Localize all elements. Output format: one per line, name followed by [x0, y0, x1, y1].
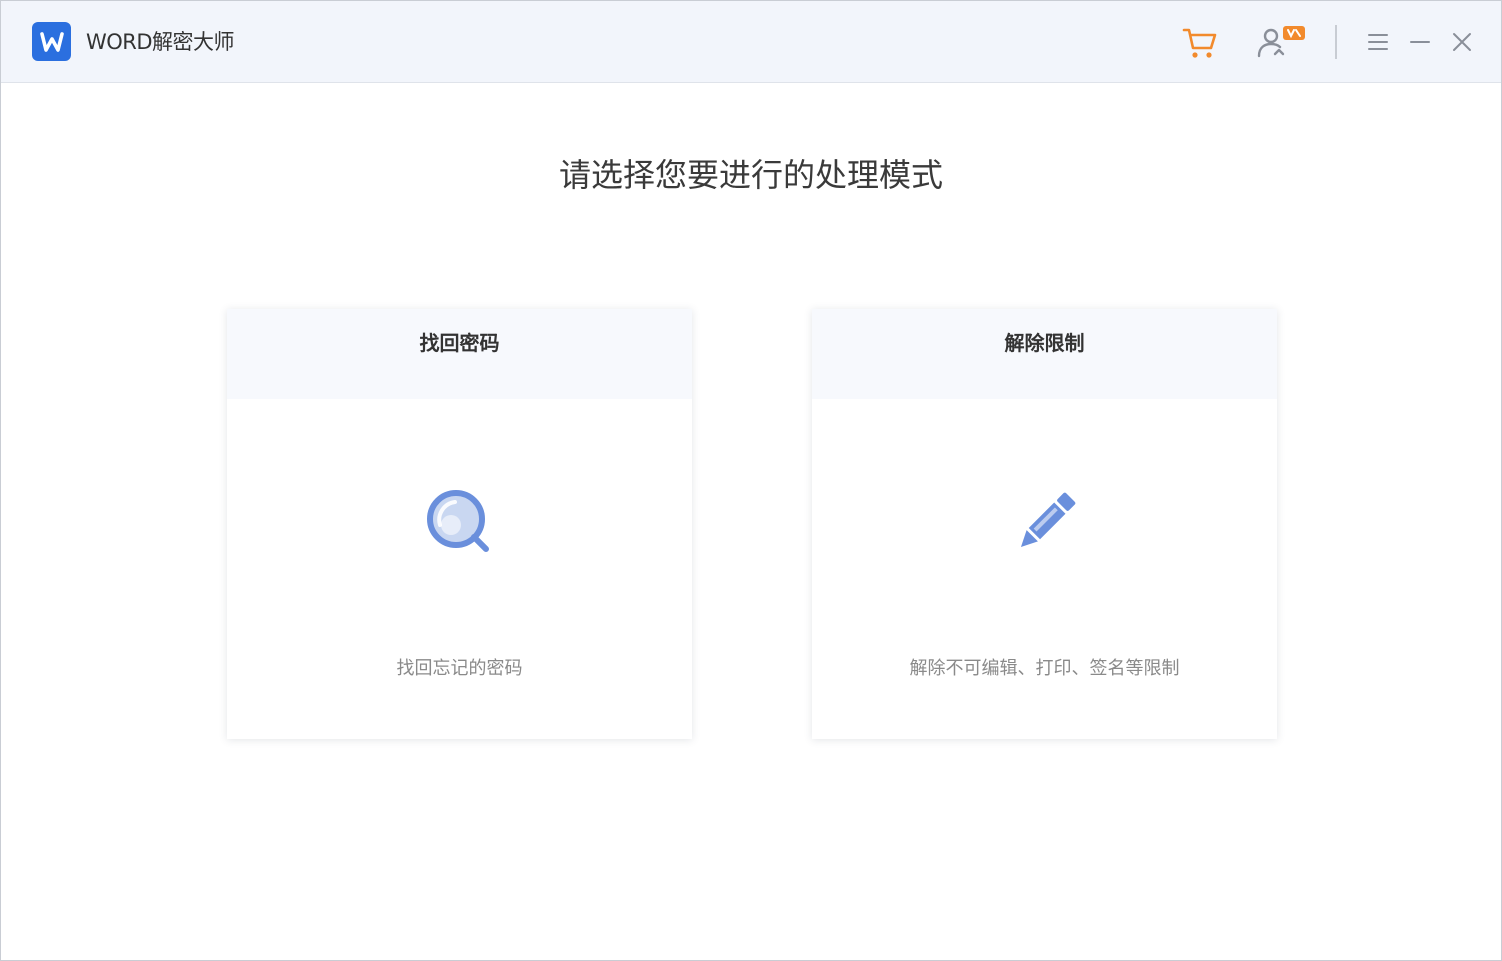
user-account-icon[interactable] — [1253, 21, 1309, 63]
titlebar-divider — [1335, 25, 1337, 59]
card-description: 解除不可编辑、打印、签名等限制 — [909, 658, 1180, 679]
card-title: 解除限制 — [812, 309, 1277, 399]
pencil-icon — [1007, 485, 1083, 561]
recover-password-card[interactable]: 找回密码 找回忘记的密码 — [227, 309, 692, 739]
minimize-icon[interactable] — [1405, 27, 1435, 57]
word-logo-icon — [32, 22, 71, 61]
menu-icon[interactable] — [1363, 27, 1393, 57]
page-heading: 请选择您要进行的处理模式 — [558, 156, 943, 194]
title-bar[interactable]: WORD解密大师 — [1, 1, 1501, 83]
app-window: WORD解密大师 请选择您要进行的处理模式 找回密码 找回忘记的密码 解除限制 … — [0, 0, 1502, 961]
shopping-cart-icon[interactable] — [1179, 21, 1221, 63]
magnifier-icon — [422, 485, 498, 561]
app-title: WORD解密大师 — [86, 30, 235, 54]
remove-restrictions-card[interactable]: 解除限制 解除不可编辑、打印、签名等限制 — [812, 309, 1277, 739]
card-title: 找回密码 — [227, 309, 692, 399]
close-icon[interactable] — [1447, 27, 1477, 57]
card-description: 找回忘记的密码 — [396, 658, 523, 679]
